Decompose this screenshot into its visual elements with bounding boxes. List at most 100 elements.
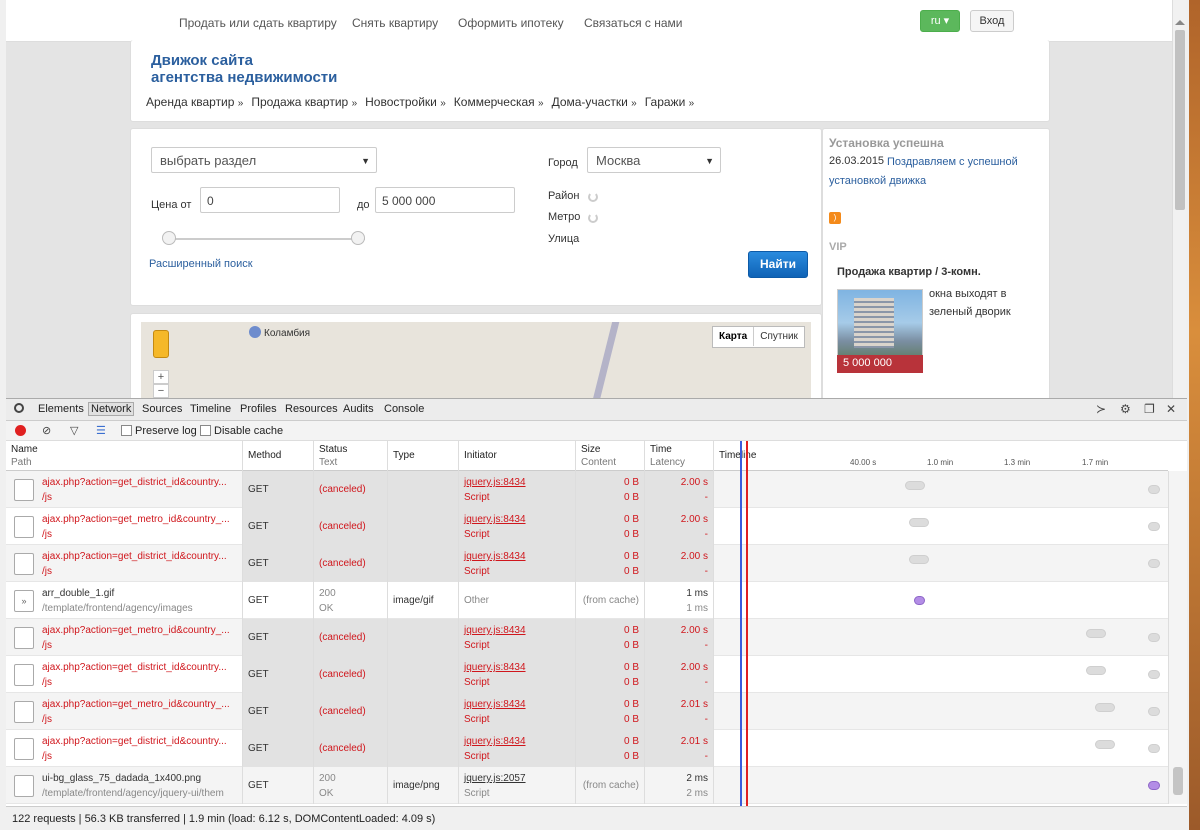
network-request-row[interactable]: ajax.php?action=get_district_id&country.… — [6, 545, 1168, 582]
request-initiator-cell[interactable]: jquery.js:8434 Script — [459, 730, 576, 767]
network-scrollbar-thumb[interactable] — [1173, 767, 1183, 795]
site-title[interactable]: Движок сайта агентства недвижимости — [151, 52, 337, 86]
street-view-pegman-icon[interactable] — [153, 330, 169, 358]
show-drawer-icon[interactable]: ≻ — [1096, 402, 1106, 416]
zoom-in-button[interactable]: + — [153, 370, 169, 384]
topnav-link-mortgage[interactable]: Оформить ипотеку — [458, 16, 564, 30]
map[interactable]: + − Коламбия Карта Спутник — [141, 322, 811, 398]
request-initiator-cell[interactable]: jquery.js:8434 Script — [459, 508, 576, 545]
timeline-bar[interactable] — [909, 555, 929, 564]
map-type-satellite-button[interactable]: Спутник — [754, 327, 804, 346]
request-initiator-cell[interactable]: jquery.js:8434 Script — [459, 693, 576, 730]
vip-listing-title[interactable]: Продажа квартир / 3-комн. — [837, 266, 981, 278]
tab-elements[interactable]: Elements — [38, 403, 84, 415]
category-link[interactable]: Коммерческая » — [454, 95, 544, 109]
request-initiator-cell[interactable]: jquery.js:8434 Script — [459, 619, 576, 656]
tab-console[interactable]: Console — [384, 403, 424, 415]
tab-sources[interactable]: Sources — [142, 403, 182, 415]
tab-timeline[interactable]: Timeline — [190, 403, 231, 415]
timeline-bar[interactable] — [909, 518, 929, 527]
login-button[interactable]: Вход — [970, 10, 1014, 32]
request-name-cell[interactable]: ajax.php?action=get_metro_id&country_...… — [6, 619, 243, 656]
filter-icon[interactable]: ▽ — [70, 424, 78, 437]
section-select[interactable]: выбрать раздел ▼ — [151, 147, 377, 173]
request-name-cell[interactable]: ajax.php?action=get_metro_id&country_...… — [6, 693, 243, 730]
request-name-cell[interactable]: ajax.php?action=get_district_id&country.… — [6, 730, 243, 767]
city-select[interactable]: Москва ▼ — [587, 147, 721, 173]
tab-profiles[interactable]: Profiles — [240, 403, 277, 415]
column-method[interactable]: Method — [243, 441, 314, 471]
column-name[interactable]: Name Path — [6, 441, 243, 471]
request-initiator-cell[interactable]: jquery.js:8434 Script — [459, 545, 576, 582]
timeline-bar[interactable] — [905, 481, 925, 490]
zoom-out-button[interactable]: − — [153, 384, 169, 398]
news-link[interactable]: Поздравляем с успешной установкой движка — [829, 153, 1029, 191]
network-scrollbar[interactable] — [1168, 471, 1187, 804]
tab-network[interactable]: Network — [88, 402, 135, 416]
dock-side-icon[interactable]: ❐ — [1144, 402, 1155, 416]
request-name-cell[interactable]: ui-bg_glass_75_dadada_1x400.png/template… — [6, 767, 243, 804]
category-link[interactable]: Новостройки » — [365, 95, 446, 109]
category-link[interactable]: Дома-участки » — [552, 95, 637, 109]
request-name-cell[interactable]: ajax.php?action=get_metro_id&country_...… — [6, 508, 243, 545]
map-place-label[interactable]: Коламбия — [249, 326, 310, 339]
tab-audits[interactable]: Audits — [343, 403, 374, 415]
network-request-row[interactable]: ajax.php?action=get_district_id&country.… — [6, 730, 1168, 767]
scroll-up-icon[interactable] — [1175, 20, 1185, 25]
timeline-bar[interactable] — [914, 596, 925, 605]
column-type[interactable]: Type — [388, 441, 459, 471]
column-size[interactable]: Size Content — [576, 441, 645, 471]
topnav-link-contact[interactable]: Связаться с нами — [584, 16, 682, 30]
page-scrollbar-thumb[interactable] — [1175, 30, 1185, 210]
rss-icon[interactable]: ) — [829, 212, 841, 224]
topnav-link-rent[interactable]: Снять квартиру — [352, 16, 438, 30]
timeline-bar[interactable] — [1086, 666, 1106, 675]
advanced-search-link[interactable]: Расширенный поиск — [149, 258, 253, 270]
close-icon[interactable]: ✕ — [1166, 402, 1176, 416]
price-slider-max-handle[interactable] — [351, 231, 365, 245]
network-request-row[interactable]: ui-bg_glass_75_dadada_1x400.png/template… — [6, 767, 1168, 804]
topnav-link-sell[interactable]: Продать или сдать квартиру — [179, 16, 337, 30]
timeline-bar[interactable] — [1095, 703, 1115, 712]
request-name-cell[interactable]: ajax.php?action=get_district_id&country.… — [6, 545, 243, 582]
category-link[interactable]: Аренда квартир » — [146, 95, 243, 109]
clear-icon[interactable]: ⊘ — [42, 424, 51, 437]
district-loading-icon[interactable] — [588, 192, 598, 202]
column-status[interactable]: Status Text — [314, 441, 388, 471]
page-scrollbar[interactable] — [1172, 0, 1186, 398]
metro-loading-icon[interactable] — [588, 213, 598, 223]
network-request-row[interactable]: ajax.php?action=get_metro_id&country_...… — [6, 619, 1168, 656]
category-link[interactable]: Гаражи » — [645, 95, 694, 109]
request-name-cell[interactable]: ajax.php?action=get_district_id&country.… — [6, 471, 243, 508]
preserve-log-checkbox[interactable] — [121, 425, 132, 436]
network-request-row[interactable]: ajax.php?action=get_district_id&country.… — [6, 656, 1168, 693]
network-request-row[interactable]: ajax.php?action=get_metro_id&country_...… — [6, 508, 1168, 545]
price-slider-track[interactable] — [169, 238, 365, 240]
large-rows-icon[interactable]: ☰ — [96, 424, 106, 437]
map-type-map-button[interactable]: Карта — [713, 327, 755, 346]
timeline-bar[interactable] — [1086, 629, 1106, 638]
request-name-cell[interactable]: arr_double_1.gif/template/frontend/agenc… — [6, 582, 243, 619]
disable-cache-checkbox[interactable] — [200, 425, 211, 436]
price-slider-min-handle[interactable] — [162, 231, 176, 245]
network-request-row[interactable]: ajax.php?action=get_district_id&country.… — [6, 471, 1168, 508]
language-dropdown[interactable]: ru ▾ — [920, 10, 960, 32]
column-initiator[interactable]: Initiator — [459, 441, 576, 471]
tab-resources[interactable]: Resources — [285, 403, 338, 415]
settings-gear-icon[interactable]: ⚙ — [1120, 402, 1131, 416]
inspect-search-icon[interactable] — [14, 403, 24, 413]
network-request-row[interactable]: » arr_double_1.gif/template/frontend/agen… — [6, 582, 1168, 619]
request-name-cell[interactable]: ajax.php?action=get_district_id&country.… — [6, 656, 243, 693]
timeline-bar[interactable] — [1095, 740, 1115, 749]
record-icon[interactable] — [15, 425, 26, 436]
request-initiator-cell[interactable]: jquery.js:8434 Script — [459, 656, 576, 693]
column-time[interactable]: Time Latency — [645, 441, 714, 471]
request-initiator-cell[interactable]: jquery.js:2057 Script — [459, 767, 576, 804]
network-request-row[interactable]: ajax.php?action=get_metro_id&country_...… — [6, 693, 1168, 730]
request-initiator-cell[interactable]: jquery.js:8434 Script — [459, 471, 576, 508]
price-to-input[interactable]: 5 000 000 — [375, 187, 515, 213]
price-from-input[interactable]: 0 — [200, 187, 340, 213]
find-button[interactable]: Найти — [748, 251, 808, 278]
category-link[interactable]: Продажа квартир » — [251, 95, 357, 109]
column-timeline[interactable]: Timeline 40.00 s 1.0 min 1.3 min 1.7 min — [714, 441, 1168, 471]
